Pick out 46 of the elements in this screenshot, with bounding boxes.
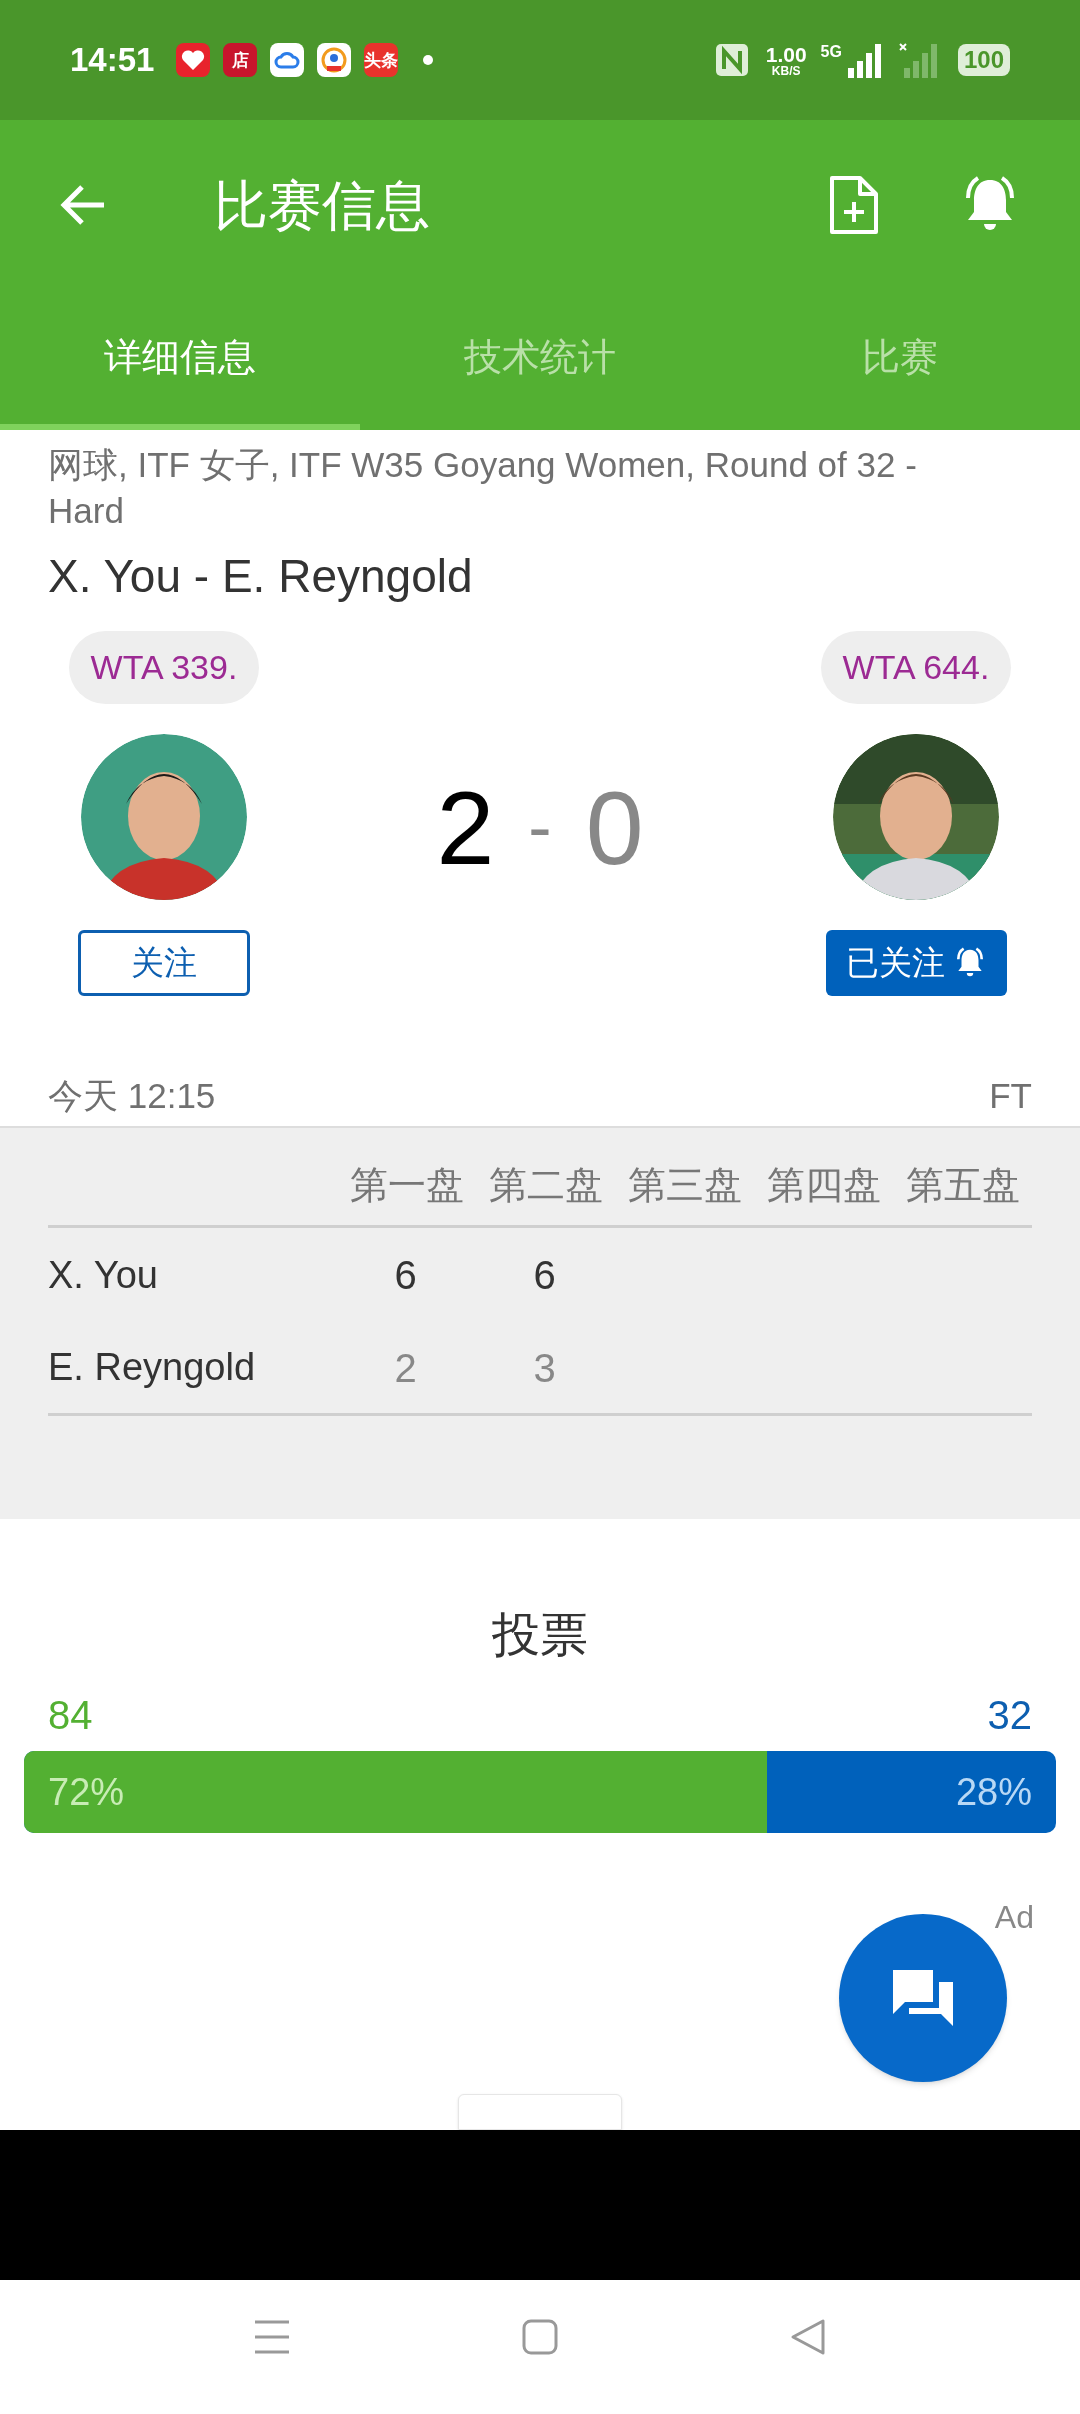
back-icon[interactable]: [789, 2318, 827, 2356]
vote-percent: 72%: [48, 1769, 125, 1815]
column-header: 第五盘: [904, 1163, 1021, 1208]
signal-icon: [845, 42, 882, 78]
vote-percent: 28%: [955, 1769, 1032, 1815]
set-score: 3: [532, 1344, 557, 1392]
match-time: 今天 12:15: [48, 1074, 216, 1117]
column-header: 第一盘: [348, 1163, 465, 1208]
app-icon: 头条: [364, 43, 399, 77]
add-document-icon[interactable]: [828, 174, 880, 236]
set-score: 2: [393, 1344, 418, 1392]
speed-value: 1.00: [765, 43, 807, 65]
vote-title: 投票: [492, 1607, 588, 1663]
tab[interactable]: 比赛: [720, 290, 1080, 430]
vote-count: 84: [48, 1692, 93, 1739]
menu-icon[interactable]: [253, 2318, 291, 2356]
battery-indicator: 100: [957, 44, 1010, 76]
app-icon: 店: [223, 43, 258, 77]
score: 2: [436, 768, 495, 888]
ad-label: Ad: [994, 1898, 1034, 1937]
ranking-badge: WTA 339.: [68, 631, 260, 705]
set-score: 6: [532, 1252, 557, 1299]
status-time: 14:51: [70, 40, 155, 81]
match-title: X. You - E. Reyngold: [48, 549, 474, 604]
score-separator: -: [528, 787, 552, 868]
column-header: 第四盘: [765, 1163, 882, 1208]
home-icon[interactable]: [521, 2318, 559, 2356]
follow-button[interactable]: 已关注: [825, 930, 1007, 996]
match-category: 网球, ITF 女子, ITF W35 Goyang Women, Round of 32 - Hard: [48, 444, 918, 532]
tab[interactable]: 技术统计: [360, 290, 720, 430]
vote-count: 32: [987, 1692, 1032, 1739]
page-title: 比赛信息: [214, 173, 430, 237]
nfc-icon: [713, 42, 750, 78]
network-type: 5G: [820, 42, 842, 62]
column-header: 第三盘: [626, 1163, 743, 1208]
tab[interactable]: 详细信息: [0, 290, 360, 430]
player-name: E. Reyngold: [48, 1345, 256, 1390]
player-name: X. You: [48, 1252, 159, 1298]
column-header: 第二盘: [487, 1163, 604, 1208]
chat-icon: [891, 1968, 955, 2028]
ranking-badge: WTA 644.: [820, 631, 1012, 705]
set-score: 6: [393, 1252, 418, 1299]
score: 0: [585, 768, 644, 888]
match-status: FT: [989, 1074, 1032, 1117]
speed-unit: KB/S: [771, 64, 801, 77]
follow-button[interactable]: 关注: [78, 930, 250, 996]
